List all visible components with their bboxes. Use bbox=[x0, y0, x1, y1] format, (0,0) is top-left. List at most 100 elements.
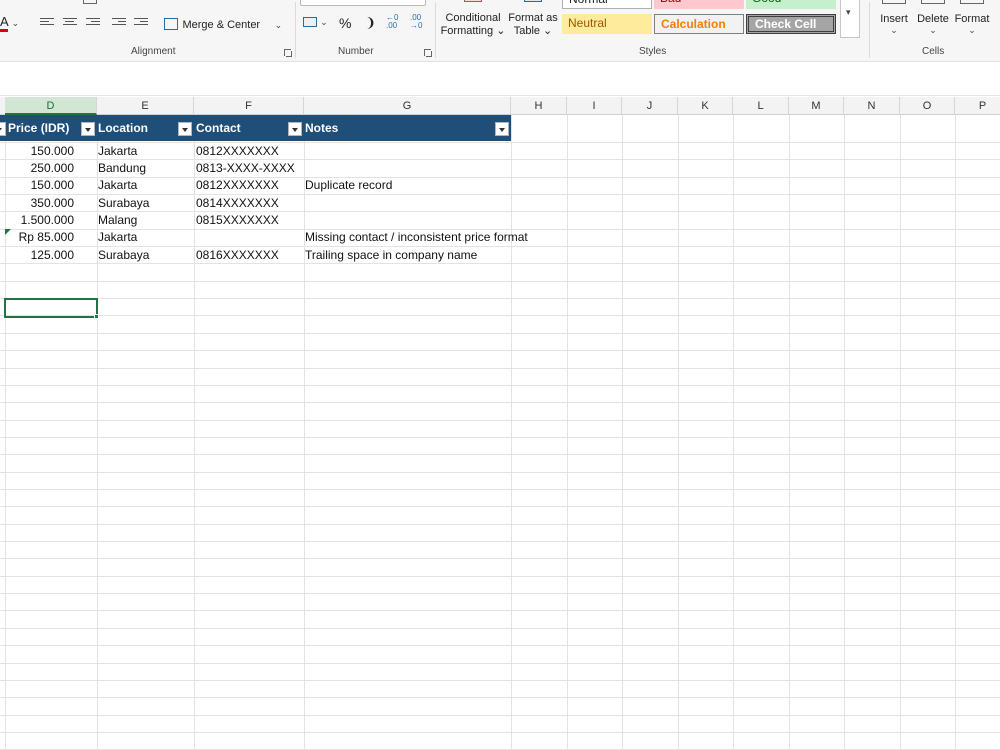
font-color-button[interactable]: A ⌄ bbox=[0, 14, 20, 32]
column-header-e[interactable]: E bbox=[97, 97, 194, 115]
contact-cell[interactable]: 0815XXXXXXX bbox=[193, 212, 304, 229]
conditional-formatting-icon bbox=[464, 0, 482, 2]
location-cell[interactable]: Bandung bbox=[95, 160, 194, 177]
filter-dropdown-icon[interactable] bbox=[288, 122, 302, 136]
align-center-icon[interactable] bbox=[63, 18, 77, 29]
gridline-horizontal bbox=[0, 663, 1000, 664]
notes-cell[interactable]: Missing contact / inconsistent price for… bbox=[302, 229, 562, 246]
insert-button[interactable]: Insert ⌄ bbox=[876, 0, 912, 36]
notes-cell[interactable]: Trailing space in company name bbox=[302, 247, 562, 264]
format-label: Format bbox=[954, 13, 990, 25]
column-header-p[interactable]: P bbox=[955, 97, 1000, 115]
cell-style-neutral[interactable]: Neutral bbox=[562, 14, 652, 34]
gridline-horizontal bbox=[0, 524, 1000, 525]
column-header-i[interactable]: I bbox=[567, 97, 622, 115]
table-header-price: Price (IDR) bbox=[8, 121, 70, 135]
chevron-down-icon[interactable]: ⌄ bbox=[275, 20, 283, 30]
decrease-indent-icon[interactable] bbox=[112, 18, 126, 29]
decrease-decimal-icon[interactable]: .00 →0 bbox=[410, 14, 422, 30]
chevron-down-icon: ⌄ bbox=[11, 18, 20, 28]
comma-style-button[interactable]: ❩ bbox=[365, 15, 376, 31]
gridline-horizontal bbox=[0, 506, 1000, 507]
table-header-location: Location bbox=[98, 121, 148, 135]
contact-cell[interactable]: 0814XXXXXXX bbox=[193, 195, 304, 212]
insert-label: Insert bbox=[880, 13, 908, 25]
delete-cells-icon bbox=[921, 0, 945, 4]
conditional-formatting-label-2: Formatting ⌄ bbox=[440, 25, 506, 37]
location-cell[interactable]: Jakarta bbox=[95, 229, 194, 246]
conditional-formatting-button[interactable]: Conditional Formatting ⌄ bbox=[440, 0, 506, 40]
worksheet-grid[interactable]: Price (IDR) Location Contact Notes 150.0… bbox=[0, 115, 1000, 750]
format-as-table-icon bbox=[524, 0, 542, 2]
column-header-n[interactable]: N bbox=[844, 97, 900, 115]
wrap-text-icon[interactable] bbox=[83, 0, 97, 4]
column-header-j[interactable]: J bbox=[622, 97, 678, 115]
notes-cell[interactable]: Duplicate record bbox=[302, 177, 562, 194]
price-cell[interactable]: 125.000 bbox=[0, 247, 97, 264]
price-cell[interactable]: Rp 85.000 bbox=[0, 229, 97, 246]
cell-style-calculation[interactable]: Calculation bbox=[654, 14, 744, 34]
notes-cell[interactable] bbox=[302, 143, 562, 160]
increase-decimal-icon[interactable]: ←0.00 bbox=[386, 14, 398, 30]
number-dialog-launcher-icon[interactable] bbox=[423, 48, 433, 58]
price-cell[interactable]: 1.500.000 bbox=[0, 212, 97, 229]
notes-cell[interactable] bbox=[302, 212, 562, 229]
column-header-o[interactable]: O bbox=[900, 97, 955, 115]
notes-cell[interactable] bbox=[302, 160, 562, 177]
align-right-icon[interactable] bbox=[86, 18, 100, 29]
delete-button[interactable]: Delete ⌄ bbox=[914, 0, 952, 36]
price-cell[interactable]: 250.000 bbox=[0, 160, 97, 177]
fill-handle[interactable] bbox=[94, 314, 99, 319]
accounting-format-button[interactable]: ⌄ bbox=[303, 16, 328, 28]
price-cell[interactable]: 150.000 bbox=[0, 177, 97, 194]
gridline-horizontal bbox=[0, 298, 1000, 299]
increase-indent-icon[interactable] bbox=[134, 18, 148, 29]
column-header-f[interactable]: F bbox=[194, 97, 304, 115]
location-cell[interactable]: Surabaya bbox=[95, 195, 194, 212]
gridline-horizontal bbox=[0, 281, 1000, 282]
column-header-l[interactable]: L bbox=[733, 97, 789, 115]
gridline-horizontal bbox=[0, 420, 1000, 421]
group-separator bbox=[435, 2, 436, 58]
filter-dropdown-icon[interactable] bbox=[178, 122, 192, 136]
contact-cell[interactable]: 0812XXXXXXX bbox=[193, 177, 304, 194]
cell-style-check-cell[interactable]: Check Cell bbox=[746, 14, 836, 34]
contact-cell[interactable]: 0816XXXXXXX bbox=[193, 247, 304, 264]
alignment-dialog-launcher-icon[interactable] bbox=[283, 48, 293, 58]
cell-style-normal[interactable]: Normal bbox=[562, 0, 652, 9]
gridline-horizontal bbox=[0, 645, 1000, 646]
merge-center-label: Merge & Center bbox=[182, 19, 261, 31]
cell-style-bad[interactable]: Bad bbox=[654, 0, 744, 9]
styles-gallery-scroll[interactable]: ▾ bbox=[840, 0, 860, 38]
location-cell[interactable]: Surabaya bbox=[95, 247, 194, 264]
format-button[interactable]: Format ⌄ bbox=[953, 0, 991, 36]
location-cell[interactable]: Jakarta bbox=[95, 143, 194, 160]
notes-cell[interactable] bbox=[302, 195, 562, 212]
selected-cell[interactable] bbox=[4, 298, 98, 318]
gridline-horizontal bbox=[0, 472, 1000, 473]
column-header-k[interactable]: K bbox=[678, 97, 733, 115]
number-format-dropdown[interactable] bbox=[300, 0, 426, 6]
location-cell[interactable]: Malang bbox=[95, 212, 194, 229]
contact-cell[interactable] bbox=[193, 229, 304, 246]
cell-style-good[interactable]: Good bbox=[746, 0, 836, 9]
merge-center-button[interactable]: Merge & Center ⌄ bbox=[164, 15, 282, 33]
price-cell[interactable]: 350.000 bbox=[0, 195, 97, 212]
align-left-icon[interactable] bbox=[40, 18, 54, 29]
delete-label: Delete bbox=[917, 13, 949, 25]
price-cell[interactable]: 150.000 bbox=[0, 143, 97, 160]
chevron-down-icon: ⌄ bbox=[968, 25, 976, 35]
contact-cell[interactable]: 0813-XXXX-XXXX bbox=[193, 160, 304, 177]
column-header-d[interactable]: D bbox=[5, 97, 97, 115]
filter-dropdown-icon[interactable] bbox=[81, 122, 95, 136]
percent-style-button[interactable]: % bbox=[339, 15, 351, 31]
gridline-horizontal bbox=[0, 610, 1000, 611]
location-cell[interactable]: Jakarta bbox=[95, 177, 194, 194]
column-header-h[interactable]: H bbox=[511, 97, 567, 115]
column-header-g[interactable]: G bbox=[304, 97, 511, 115]
format-as-table-button[interactable]: Format as Table ⌄ bbox=[507, 0, 559, 40]
contact-cell[interactable]: 0812XXXXXXX bbox=[193, 143, 304, 160]
filter-dropdown-icon[interactable] bbox=[495, 122, 509, 136]
column-header-m[interactable]: M bbox=[789, 97, 844, 115]
gridline-horizontal bbox=[0, 350, 1000, 351]
